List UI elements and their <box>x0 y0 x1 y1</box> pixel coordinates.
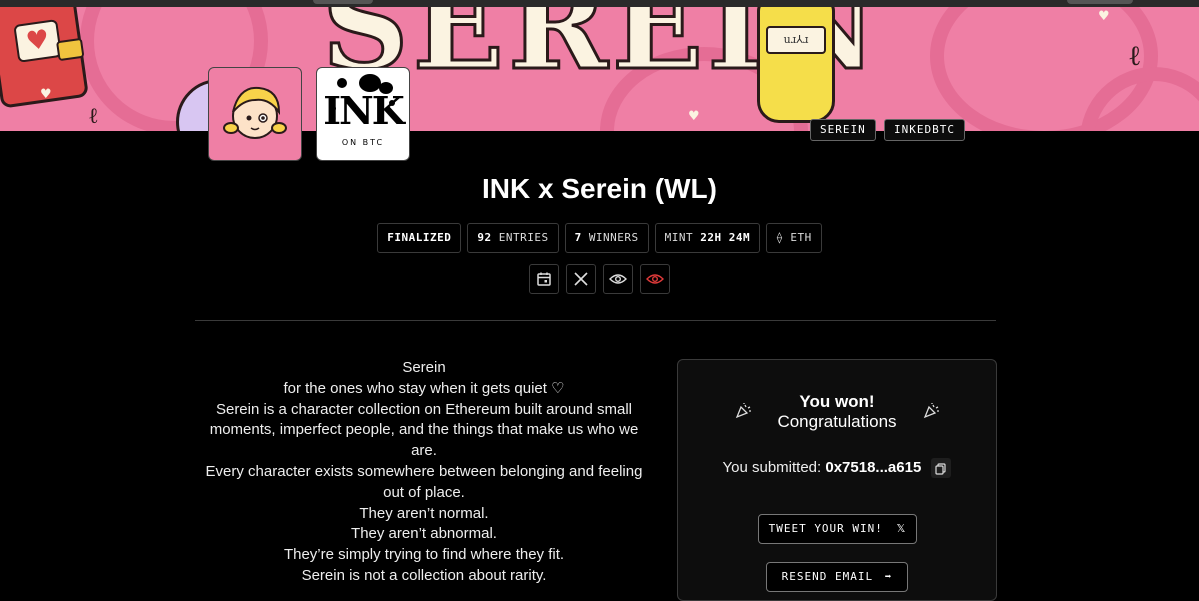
tweet-win-button[interactable]: TWEET YOUR WIN! 𝕏 <box>758 514 917 544</box>
partner-logo: INK ON BTC <box>316 67 410 161</box>
entries-badge: 92 ENTRIES <box>467 223 559 253</box>
description-line: Every character exists somewhere between… <box>205 462 643 501</box>
heart-doodle: ♥ <box>688 109 700 124</box>
calendar-icon <box>537 272 551 286</box>
top-bar-pill-left <box>313 0 373 4</box>
tag-inkedbtc[interactable]: INKEDBTC <box>884 119 965 141</box>
description-line: for the ones who stay when it gets quiet… <box>283 379 565 397</box>
curl-doodle: ℓ <box>1128 39 1142 72</box>
ethereum-icon: ⟠ <box>776 231 784 244</box>
wallet-address: 0x7518...a615 <box>825 458 922 476</box>
jar-label: uɹ⅄ɹ <box>766 26 826 54</box>
raffle-stats: FINALIZED 92 ENTRIES 7 WINNERS MINT 22H … <box>0 223 1199 253</box>
x-logo-icon: 𝕏 <box>896 522 907 535</box>
partner-logo-sub: ON BTC <box>341 138 385 147</box>
x-profile-button[interactable] <box>566 264 596 294</box>
hide-button[interactable] <box>640 264 670 294</box>
description-line: Serein <box>402 359 446 376</box>
raffle-actions <box>0 264 1199 294</box>
win-message: You won! Congratulations <box>678 392 996 432</box>
x-logo-icon <box>574 272 588 286</box>
heart-doodle: ♥ <box>1098 9 1110 24</box>
collection-banner: ♥ SEREIN uɹ⅄ɹ ℓ ℓ ♥ ♥ ♥ <box>0 7 1199 131</box>
add-to-calendar-button[interactable] <box>529 264 559 294</box>
heart-doodle: ♥ <box>40 87 52 102</box>
status-badge: FINALIZED <box>377 223 462 253</box>
eye-hidden-icon <box>646 274 664 284</box>
description-line: Serein is a character collection on Ethe… <box>209 400 639 460</box>
divider <box>195 320 996 321</box>
partner-logo-word: INK <box>323 88 405 133</box>
copy-icon <box>935 463 947 475</box>
jar-illustration: uɹ⅄ɹ <box>757 7 835 123</box>
top-bar-pill-right <box>1067 0 1133 4</box>
submitted-address: You submitted: 0x7518...a615 <box>678 458 996 478</box>
win-headline: You won! <box>799 392 875 411</box>
watch-button[interactable] <box>603 264 633 294</box>
chain-badge: ⟠ ETH <box>766 223 822 253</box>
top-bar <box>0 0 1199 7</box>
winners-badge: 7 WINNERS <box>564 223 649 253</box>
description-line: They aren’t normal. <box>359 504 489 522</box>
mint-time-badge: MINT 22H 24M <box>654 223 761 253</box>
character-avatar-image <box>223 86 287 139</box>
arrow-right-icon: ➡ <box>884 570 893 583</box>
result-card: You won! Congratulations You submitted: … <box>677 359 997 601</box>
description-line: They’re simply trying to find where they… <box>283 546 565 564</box>
copy-address-button[interactable] <box>931 458 952 478</box>
tag-serein[interactable]: SEREIN <box>810 119 876 141</box>
collection-avatar <box>208 67 302 161</box>
raffle-title: INK x Serein (WL) <box>482 173 717 204</box>
resend-email-button[interactable]: RESEND EMAIL ➡ <box>766 562 908 592</box>
description-line: They aren’t abnormal. <box>351 525 497 543</box>
curl-doodle-2: ℓ <box>88 104 99 129</box>
win-subline: Congratulations <box>777 412 897 431</box>
collection-description: Serein for the ones who stay when it get… <box>196 358 652 587</box>
heart-icon: ♥ <box>13 19 63 63</box>
eye-icon <box>609 274 627 284</box>
